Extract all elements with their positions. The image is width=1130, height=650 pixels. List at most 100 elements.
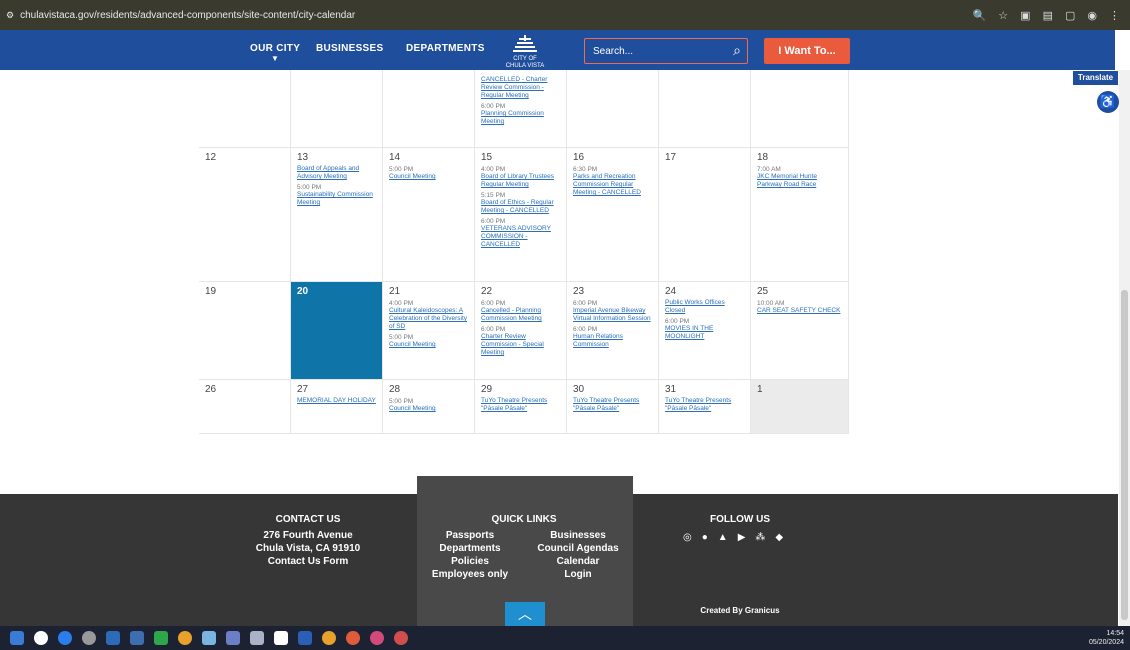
app-icon[interactable] <box>226 631 240 645</box>
app-icon[interactable] <box>154 631 168 645</box>
chrome-icon[interactable] <box>178 631 192 645</box>
app-icon[interactable] <box>106 631 120 645</box>
facebook-icon[interactable]: ● <box>702 532 708 543</box>
contact-address: 276 Fourth Avenue <box>263 530 353 541</box>
event-link[interactable]: Council Meeting <box>389 173 468 181</box>
search-icon[interactable]: ⌕ <box>733 42 741 59</box>
day-number: 19 <box>205 286 217 297</box>
chrome-icon[interactable] <box>370 631 384 645</box>
event-link[interactable]: MOVIES IN THE MOONLIGHT <box>665 325 744 341</box>
clock[interactable]: 14:54 05/20/2024 <box>1089 629 1124 647</box>
day-number: 31 <box>665 384 677 395</box>
event-link[interactable]: Public Works Offices Closed <box>665 299 744 315</box>
calendar-cell: 26 <box>199 380 291 434</box>
event-link[interactable]: Cultural Kaleidoscopes: A Celebration of… <box>389 307 468 331</box>
city-logo[interactable]: CITY OF CHULA VISTA <box>505 33 545 69</box>
event-link[interactable]: Board of Ethics - Regular Meeting - CANC… <box>481 199 560 215</box>
event-link[interactable]: CANCELLED - Charter Review Commission - … <box>481 76 560 100</box>
calendar-cell-today: 20 <box>291 282 383 380</box>
calendar-cell <box>383 70 475 148</box>
quick-link[interactable]: Passports <box>420 530 520 541</box>
chrome-icon[interactable] <box>322 631 336 645</box>
nav-our-city[interactable]: OUR CITY ▼ <box>250 43 300 63</box>
event-link[interactable]: VETERANS ADVISORY COMMISSION - CANCELLED <box>481 225 560 249</box>
calendar-cell <box>751 70 849 148</box>
event-link[interactable]: Parks and Recreation Commission Regular … <box>573 173 652 197</box>
app-icon[interactable] <box>298 631 312 645</box>
flickr-icon[interactable]: ⁂ <box>755 532 765 543</box>
youtube-icon[interactable]: ▶ <box>738 532 746 543</box>
event-time: 5:00 PM <box>389 166 414 173</box>
quick-link[interactable]: Council Agendas <box>528 543 628 554</box>
app-icon[interactable] <box>130 631 144 645</box>
file-icon[interactable] <box>274 631 288 645</box>
profile-icon[interactable]: ◉ <box>1087 9 1097 22</box>
quick-link[interactable]: Login <box>528 569 628 580</box>
calendar-cell: 23 6:00 PM Imperial Avenue Bikeway Virtu… <box>567 282 659 380</box>
calendar-cell: 25 10:00 AM CAR SEAT SAFETY CHECK <box>751 282 849 380</box>
event-time: 5:15 PM <box>481 192 506 199</box>
event-link[interactable]: CAR SEAT SAFETY CHECK <box>757 307 842 315</box>
chrome-icon[interactable] <box>394 631 408 645</box>
quick-link[interactable]: Departments <box>420 543 520 554</box>
back-to-top-button[interactable]: ︿ <box>505 602 545 626</box>
app-icon[interactable] <box>250 631 264 645</box>
event-link[interactable]: Imperial Avenue Bikeway Virtual Informat… <box>573 307 652 323</box>
app-icon[interactable] <box>82 631 96 645</box>
menu-icon[interactable]: ⋮ <box>1109 9 1120 22</box>
event-link[interactable]: TuYo Theatre Presents "Pāsale Pāsale" <box>573 397 652 413</box>
event-link[interactable]: Planning Commission Meeting <box>481 110 560 126</box>
app-icon[interactable] <box>202 631 216 645</box>
event-link[interactable]: Council Meeting <box>389 341 468 349</box>
event-link[interactable]: Board of Appeals and Advisory Meeting <box>297 165 376 181</box>
i-want-to-button[interactable]: I Want To... <box>764 38 850 64</box>
quick-link[interactable]: Businesses <box>528 530 628 541</box>
credit-text: Created By Granicus <box>700 606 780 615</box>
star-icon[interactable]: ☆ <box>998 9 1008 22</box>
address-bar[interactable]: chulavistaca.gov/residents/advanced-comp… <box>20 10 355 21</box>
search-taskbar-icon[interactable] <box>34 631 48 645</box>
puzzle-icon[interactable]: ▢ <box>1065 9 1075 22</box>
event-link[interactable]: JKC Memorial Hunte Parkway Road Race <box>757 173 842 189</box>
quick-link[interactable]: Calendar <box>528 556 628 567</box>
translate-button[interactable]: Translate <box>1073 71 1118 85</box>
event-link[interactable]: MEMORIAL DAY HOLIDAY <box>297 397 376 405</box>
event-link[interactable]: Council Meeting <box>389 405 468 413</box>
site-info-icon[interactable]: ⚙ <box>6 10 14 21</box>
extension-icon[interactable]: ▤ <box>1043 9 1053 22</box>
instagram-icon[interactable]: ◎ <box>683 532 692 543</box>
quick-link[interactable]: Employees only <box>420 569 520 580</box>
event-time: 10:00 AM <box>757 300 785 307</box>
event-link[interactable]: Charter Review Commission - Special Meet… <box>481 333 560 357</box>
calendar-cell: 17 <box>659 148 751 282</box>
event-link[interactable]: TuYo Theatre Presents "Pāsale Pāsale" <box>665 397 744 413</box>
scrollbar-thumb[interactable] <box>1121 290 1128 620</box>
calendar-cell: 14 5:00 PM Council Meeting <box>383 148 475 282</box>
scrollbar[interactable] <box>1119 70 1130 628</box>
edge-icon[interactable] <box>58 631 72 645</box>
search-input[interactable]: Search... ⌕ <box>584 38 748 64</box>
contact-form-link[interactable]: Contact Us Form <box>208 556 408 567</box>
day-number: 14 <box>389 152 401 163</box>
event-link[interactable]: Human Relations Commission <box>573 333 652 349</box>
chrome-icon[interactable] <box>346 631 360 645</box>
start-icon[interactable] <box>10 631 24 645</box>
event-link[interactable]: Board of Library Trustees Regular Meetin… <box>481 173 560 189</box>
calendar-cell <box>291 70 383 148</box>
twitter-icon[interactable]: ▲ <box>718 532 728 543</box>
zoom-icon[interactable]: 🔍 <box>973 9 987 22</box>
extension-icon[interactable]: ▣ <box>1020 9 1030 22</box>
accessibility-icon[interactable]: ♿ <box>1097 91 1119 113</box>
site-nav: OUR CITY ▼ BUSINESSES DEPARTMENTS CITY OF… <box>0 30 1115 70</box>
location-icon[interactable]: ◆ <box>775 532 783 543</box>
day-number: 26 <box>205 384 217 395</box>
event-link[interactable]: TuYo Theatre Presents "Pāsale Pāsale" <box>481 397 560 413</box>
nav-departments[interactable]: DEPARTMENTS <box>406 43 485 54</box>
quick-link[interactable]: Policies <box>420 556 520 567</box>
calendar-cell: 31 TuYo Theatre Presents "Pāsale Pāsale" <box>659 380 751 434</box>
event-link[interactable]: Cancelled - Planning Commission Meeting <box>481 307 560 323</box>
event-time: 4:00 PM <box>389 300 414 307</box>
event-link[interactable]: Sustainability Commission Meeting <box>297 191 376 207</box>
calendar-cell: 18 7:00 AM JKC Memorial Hunte Parkway Ro… <box>751 148 849 282</box>
nav-businesses[interactable]: BUSINESSES <box>316 43 383 54</box>
